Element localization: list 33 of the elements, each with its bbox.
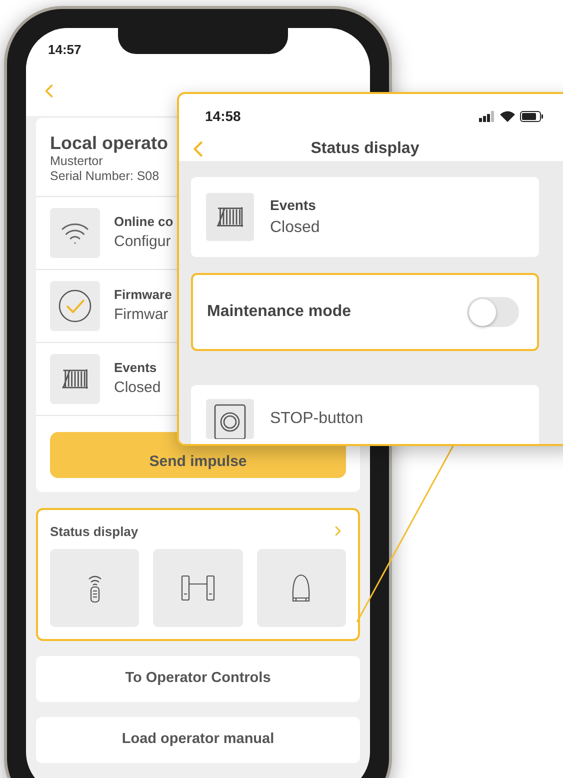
maintenance-label: Maintenance mode [207,302,352,322]
photocell-icon [180,574,216,602]
status-tile[interactable] [153,549,243,627]
operator-name: Mustertor [50,154,103,168]
signal-icon [479,111,495,122]
row-title: Events [270,196,317,214]
row-subtitle: Configur [114,232,172,252]
events-card[interactable]: Events Closed [191,177,539,257]
check-icon [58,288,92,322]
stop-button-icon [206,399,254,439]
operator-title: Local operato [50,132,168,154]
menu-button[interactable]: Load operator manual [36,717,360,763]
status-time: 14:58 [205,107,241,126]
stop-card[interactable]: STOP-button [191,385,539,444]
menu-button[interactable]: To Operator Controls [36,656,360,702]
warning-lamp-icon [290,573,312,603]
row-subtitle: Firmwar [114,305,170,325]
toggle-switch[interactable] [467,297,519,327]
stop-label: STOP-button [270,409,364,429]
serial-number: Serial Number: S08 [50,168,160,184]
wifi-icon [500,111,515,122]
screen-title: Status display [310,139,420,159]
status-display-card[interactable]: Status display [36,508,360,641]
card-title: Status display [50,522,138,541]
row-subtitle: Closed [270,218,320,238]
battery-icon [520,111,543,122]
row-title: Firmware [114,286,172,304]
status-tile[interactable] [50,549,140,627]
status-time: 14:57 [48,41,82,59]
row-title: Online co [114,212,174,230]
row-subtitle: Closed [114,378,161,398]
row-title: Events [114,358,158,376]
status-tile[interactable] [256,549,346,627]
